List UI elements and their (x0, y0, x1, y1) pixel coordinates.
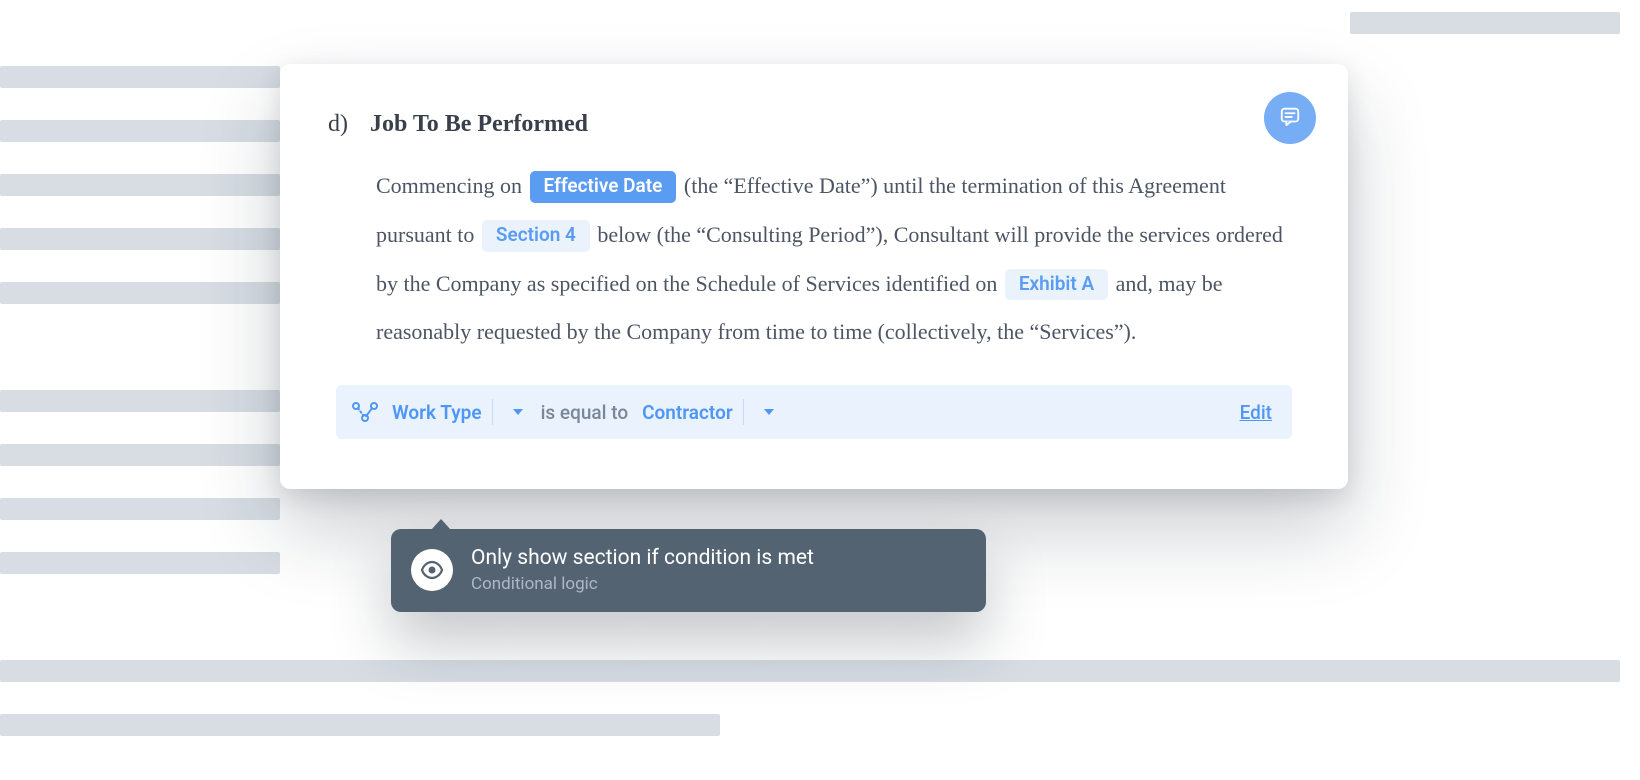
section-heading: d) Job To Be Performed (336, 112, 1292, 136)
tooltip-title: Only show section if condition is met (471, 545, 814, 572)
logic-branch-icon (352, 402, 378, 422)
condition-operator: is equal to (541, 401, 629, 424)
conditional-logic-tooltip: Only show section if condition is met Co… (391, 529, 986, 612)
clause-card: d) Job To Be Performed Commencing on Eff… (280, 64, 1348, 489)
edit-condition-link[interactable]: Edit (1240, 401, 1272, 424)
comment-icon (1279, 105, 1301, 131)
chevron-down-icon (764, 409, 774, 415)
chevron-down-icon (513, 409, 523, 415)
body-part: Commencing on (376, 173, 528, 198)
condition-field-select[interactable]: Work Type (392, 399, 527, 425)
condition-value-select[interactable]: Contractor (642, 399, 778, 425)
divider (492, 399, 493, 425)
divider (743, 399, 744, 425)
eye-icon (411, 549, 453, 591)
section-title: Job To Be Performed (370, 112, 588, 136)
tooltip-subtitle: Conditional logic (471, 574, 814, 594)
condition-value-label: Contractor (642, 401, 733, 424)
field-effective-date[interactable]: Effective Date (530, 171, 677, 203)
condition-field-label: Work Type (392, 401, 482, 424)
section-marker: d) (328, 112, 348, 136)
field-section-4[interactable]: Section 4 (482, 220, 590, 252)
clause-body: Commencing on Effective Date (the “Effec… (336, 162, 1292, 357)
field-exhibit-a[interactable]: Exhibit A (1005, 269, 1108, 301)
comment-button[interactable] (1264, 92, 1316, 144)
conditional-logic-bar: Work Type is equal to Contractor Edit (336, 385, 1292, 439)
